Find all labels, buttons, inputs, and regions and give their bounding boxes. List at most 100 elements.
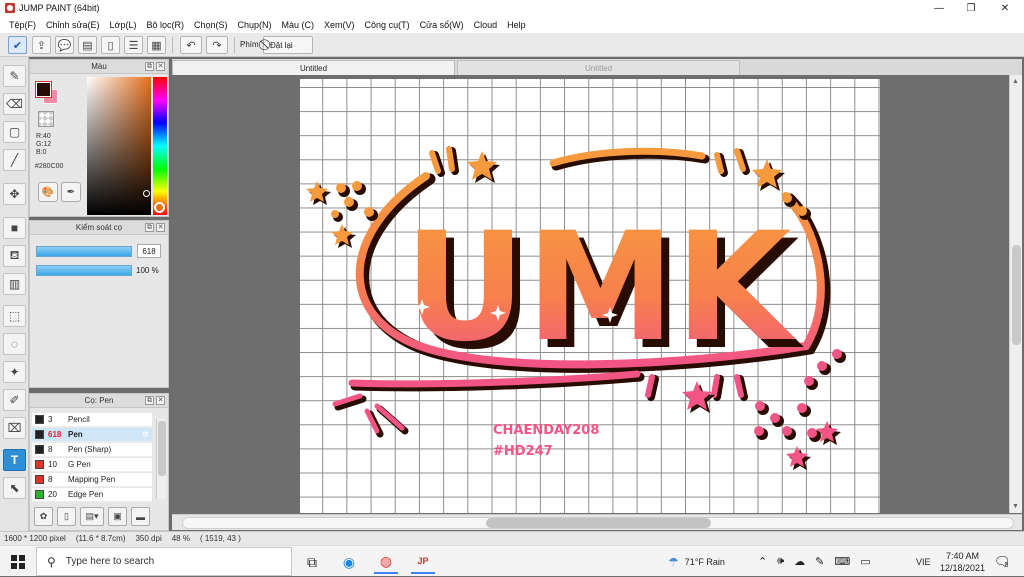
grid-settings-icon[interactable]: ▦ [147, 36, 166, 54]
cursor-coordinates: ( 1519, 43 ) [199, 534, 241, 543]
horizontal-scrollbar[interactable] [172, 514, 1022, 530]
weather-icon[interactable]: ☂ [668, 555, 679, 569]
panel-close-icon[interactable]: ✕ [156, 223, 165, 232]
clock[interactable]: 7:40 AM 12/18/2021 [940, 546, 985, 577]
vertical-scroll-thumb[interactable] [1012, 245, 1021, 345]
tray-overflow-icon[interactable]: ⌃ [758, 555, 767, 568]
menu-view[interactable]: Xem(V) [319, 20, 360, 30]
start-button[interactable] [0, 546, 36, 577]
menu-tools[interactable]: Công cụ(T) [360, 20, 415, 30]
undock-icon[interactable]: ⧉ [145, 223, 154, 232]
brush-list-scrollbar[interactable] [156, 419, 166, 499]
lasso-tool-icon[interactable]: ◌ [3, 333, 26, 355]
brush-size-value[interactable]: 618 [137, 244, 161, 258]
select-pen-tool-icon[interactable]: ✐ [3, 389, 26, 411]
brush-item-pen-sharp[interactable]: 8 Pen (Sharp) [32, 443, 152, 457]
saturation-value-picker[interactable] [87, 77, 151, 215]
brush-add-icon[interactable]: ✿ [34, 507, 53, 526]
menu-filter[interactable]: Bộ lọc(R) [141, 20, 189, 30]
menu-file[interactable]: Tệp(F) [4, 20, 41, 30]
menu-color[interactable]: Màu (C) [277, 20, 320, 30]
brush-opacity-slider[interactable] [36, 265, 132, 276]
tab-untitled-2[interactable]: Untitled [457, 60, 740, 75]
line-tool-icon[interactable]: ╱ [3, 149, 26, 171]
display-icon[interactable]: ▭ [860, 555, 870, 568]
brush-folder-icon[interactable]: ▬ [131, 507, 150, 526]
taskbar-search[interactable]: ⚲ Type here to search [36, 547, 292, 576]
cloud-icon[interactable]: ☁ [794, 555, 805, 568]
horizontal-scroll-thumb[interactable] [486, 518, 711, 528]
brush-item-mapping-pen[interactable]: 8 Mapping Pen [32, 473, 152, 487]
document-icon[interactable]: ▯ [101, 36, 120, 54]
reset-button[interactable]: ⃠ Đặt lại [263, 36, 313, 54]
menu-cloud[interactable]: Cloud [469, 20, 503, 30]
drawing-canvas[interactable]: UMK UMK CHAENDAY208 #HD247 [300, 79, 880, 513]
new-brush-icon[interactable]: ▯ [57, 507, 76, 526]
undock-icon[interactable]: ⧉ [145, 396, 154, 405]
palette-icon[interactable]: 🎨 [38, 182, 58, 202]
page-layout-icon[interactable]: ☰ [124, 36, 143, 54]
search-icon: ⚲ [47, 554, 56, 569]
jump-paint-taskbar-icon[interactable]: JP [411, 550, 435, 574]
select-rect-tool-icon[interactable]: ⬚ [3, 305, 26, 327]
scroll-down-icon[interactable]: ▼ [1012, 503, 1019, 510]
select-eraser-tool-icon[interactable]: ⌧ [3, 417, 26, 439]
menu-window[interactable]: Cửa sổ(W) [415, 20, 469, 30]
pen-icon[interactable]: ✎ [815, 555, 824, 568]
fill-rect-tool-icon[interactable]: ■ [3, 217, 26, 239]
panel-close-icon[interactable]: ✕ [156, 62, 165, 71]
chrome-browser-icon[interactable]: ◍ [374, 550, 398, 574]
tab-untitled-1[interactable]: Untitled [172, 60, 455, 75]
menu-select[interactable]: Chọn(S) [189, 20, 233, 30]
brush-settings-icon[interactable]: ✲ [141, 429, 149, 440]
weather-text[interactable]: 71°F Rain [685, 557, 725, 567]
brush-item-g-pen[interactable]: 10 G Pen [32, 458, 152, 472]
rectangle-tool-icon[interactable]: ▢ [3, 121, 26, 143]
volume-icon[interactable]: 🕪 [777, 555, 784, 568]
search-placeholder: Type here to search [65, 556, 155, 567]
brush-item-edge-pen[interactable]: 20 Edge Pen [32, 488, 152, 502]
transparent-color-swatch[interactable] [38, 111, 54, 127]
status-bar: 1600 * 1200 pixel (11.6 * 8.7cm) 350 dpi… [0, 531, 1024, 545]
notification-center[interactable]: 🗨 3 [994, 546, 1011, 577]
bucket-tool-icon[interactable]: ⛾ [3, 245, 26, 267]
close-button[interactable]: ✕ [990, 0, 1020, 16]
redo-icon[interactable]: ↷ [206, 36, 228, 54]
speech-bubble-icon[interactable]: 💬 [55, 36, 74, 54]
operation-tool-icon[interactable]: ⬉ [3, 477, 26, 499]
eraser-tool-icon[interactable]: ⌫ [3, 93, 26, 115]
panel-close-icon[interactable]: ✕ [156, 396, 165, 405]
undock-icon[interactable]: ⧉ [145, 62, 154, 71]
eyedropper-icon[interactable]: ✒ [61, 182, 81, 202]
edge-browser-icon[interactable]: ◉ [337, 550, 361, 574]
hue-slider[interactable] [153, 77, 167, 215]
brush-menu-icon[interactable]: ▤▾ [80, 507, 104, 526]
gradient-tool-icon[interactable]: ▥ [3, 273, 26, 295]
brush-properties-icon[interactable]: ▣ [108, 507, 127, 526]
hue-knob[interactable] [154, 202, 165, 213]
text-box-icon[interactable]: ▤ [78, 36, 97, 54]
minimize-button[interactable]: — [924, 0, 954, 16]
scroll-up-icon[interactable]: ▲ [1012, 78, 1019, 85]
brush-item-pencil[interactable]: 3 Pencil [32, 413, 152, 427]
text-tool-icon[interactable]: T [3, 449, 26, 471]
menu-edit[interactable]: Chỉnh sửa(E) [41, 20, 105, 30]
vertical-scrollbar[interactable]: ▲ ▼ [1009, 75, 1022, 513]
restore-button[interactable]: ❐ [956, 0, 986, 16]
move-tool-icon[interactable]: ✥ [3, 183, 26, 205]
brush-tool-icon[interactable]: ✎ [3, 65, 26, 87]
task-view-icon[interactable]: ⧉ [300, 550, 324, 574]
input-language[interactable]: VIE [916, 546, 931, 577]
keyboard-icon[interactable]: ⌨ [834, 555, 850, 568]
checkmark-tool-icon[interactable]: ✔ [8, 36, 27, 54]
undo-icon[interactable]: ↶ [180, 36, 202, 54]
menu-help[interactable]: Help [502, 20, 531, 30]
export-icon[interactable]: ⇪ [32, 36, 51, 54]
menu-layer[interactable]: Lớp(L) [105, 20, 142, 30]
main-color-swatch[interactable] [35, 81, 52, 98]
picker-cursor[interactable] [143, 190, 150, 197]
menu-capture[interactable]: Chụp(N) [233, 20, 277, 30]
magic-wand-tool-icon[interactable]: ✦ [3, 361, 26, 383]
brush-size-slider[interactable] [36, 246, 132, 257]
brush-item-pen[interactable]: 618 Pen ✲ [32, 428, 152, 442]
